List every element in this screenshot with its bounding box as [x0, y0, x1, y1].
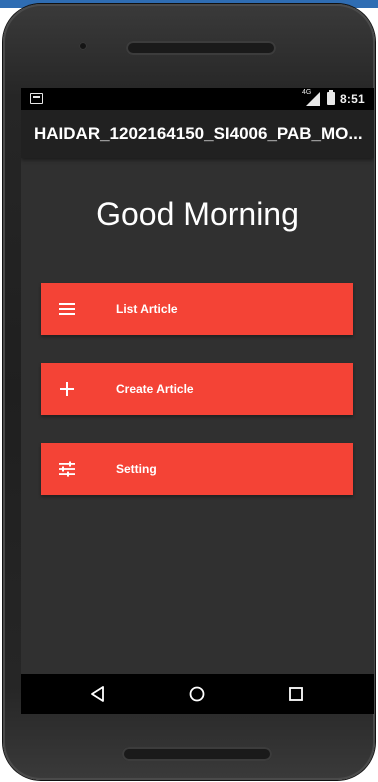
home-icon[interactable] [187, 684, 207, 704]
phone-frame: 4G 8:51 HAIDAR_1202164150_SI4006_PAB_MO.… [3, 4, 375, 780]
greeting-title: Good Morning [96, 196, 299, 232]
back-icon[interactable] [88, 684, 108, 704]
recent-apps-icon[interactable] [286, 684, 306, 704]
bottom-speaker [122, 747, 272, 761]
signal-icon [306, 92, 320, 106]
app-title: HAIDAR_1202164150_SI4006_PAB_MO... [34, 124, 363, 143]
app-bar: HAIDAR_1202164150_SI4006_PAB_MO... [21, 110, 374, 158]
battery-icon [327, 90, 335, 105]
status-time: 8:51 [340, 92, 365, 106]
list-article-label: List Article [116, 302, 178, 316]
status-bar: 4G 8:51 [21, 88, 374, 110]
setting-button[interactable]: Setting [41, 443, 353, 495]
create-article-label: Create Article [116, 382, 194, 396]
setting-label: Setting [116, 462, 157, 476]
menu-icon [59, 303, 75, 315]
create-article-button[interactable]: Create Article [41, 363, 353, 415]
notification-icon [30, 93, 43, 104]
earpiece-speaker [126, 41, 276, 55]
plus-icon [60, 382, 74, 396]
tune-icon [59, 461, 75, 477]
navigation-bar [21, 674, 374, 714]
list-article-button[interactable]: List Article [41, 283, 353, 335]
phone-screen: 4G 8:51 HAIDAR_1202164150_SI4006_PAB_MO.… [21, 88, 374, 714]
front-camera [79, 42, 87, 50]
